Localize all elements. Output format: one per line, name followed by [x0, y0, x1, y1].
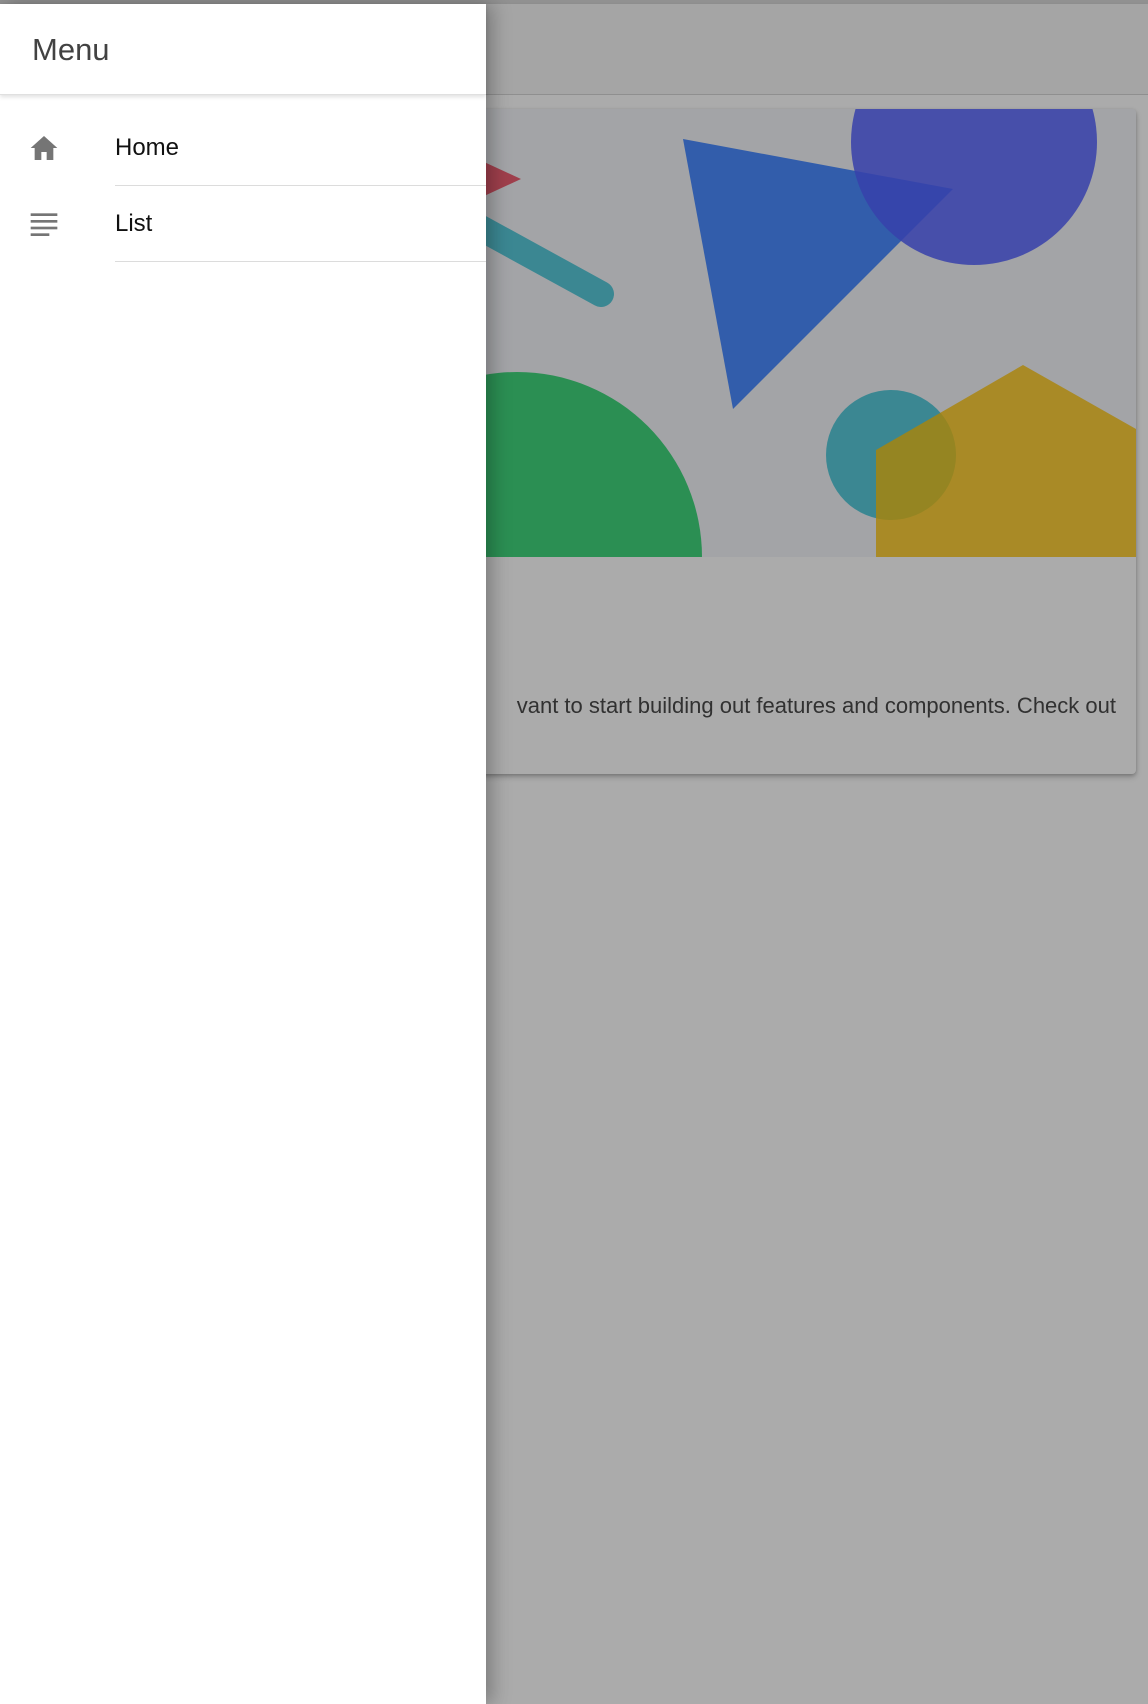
menu-item-list[interactable]: List	[0, 186, 486, 262]
side-menu: Menu Home List	[0, 4, 486, 1704]
menu-item-label: List	[115, 210, 153, 237]
menu-item-label: Home	[115, 134, 180, 161]
menu-item-divider	[115, 261, 486, 262]
side-menu-title: Menu	[32, 32, 110, 67]
home-icon	[28, 132, 60, 164]
list-icon	[28, 208, 60, 240]
menu-item-home[interactable]: Home	[0, 110, 486, 186]
side-menu-header: Menu	[0, 4, 486, 95]
app-root: vant to start building out features and …	[0, 0, 1148, 1704]
